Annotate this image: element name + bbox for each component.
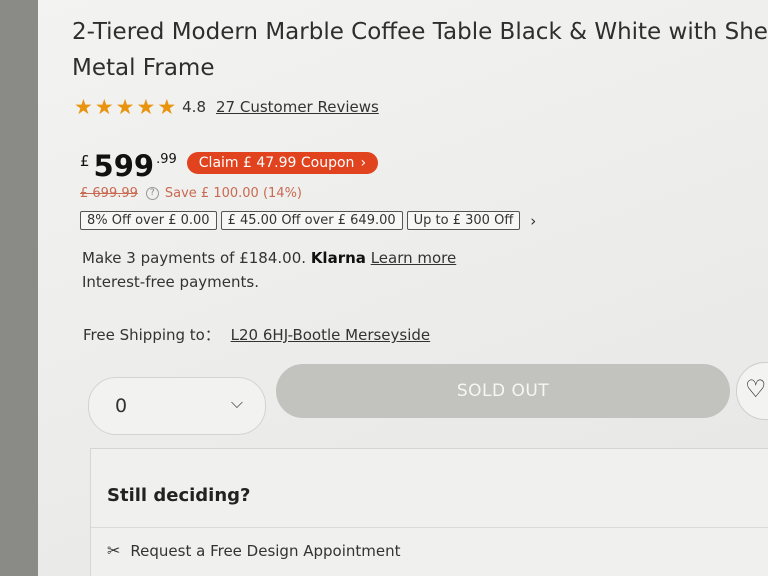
info-icon[interactable]: ?	[145, 187, 159, 200]
klarna-brand: Klarna	[310, 249, 366, 267]
rating-row: ★ ★ ★ ★ ★ 4.8 27 Customer Reviews	[74, 96, 379, 118]
heart-icon: ♡	[745, 375, 767, 403]
design-appointment-link[interactable]: ✂ Request a Free Design Appointment	[107, 541, 401, 560]
chevron-right-icon[interactable]: ›	[530, 212, 536, 230]
klarna-learn-more-link[interactable]: Learn more	[371, 249, 457, 267]
star-icon: ★	[136, 95, 156, 119]
chevron-down-icon: ⌵	[230, 393, 243, 412]
klarna-text: Make 3 payments of £184.00.	[82, 249, 307, 267]
shipping-address-link[interactable]: L20 6HJ-Bootle Merseyside	[231, 326, 430, 344]
savings-row: £ 699.99 ? Save £ 100.00 (14%)	[80, 186, 302, 201]
interest-free-text: Interest-free payments.	[82, 273, 259, 291]
still-deciding-panel: Still deciding? ✂ Request a Free Design …	[90, 448, 768, 576]
star-icon: ★	[115, 95, 135, 119]
offer-tag[interactable]: £ 45.00 Off over £ 649.00	[220, 211, 403, 230]
reviews-link[interactable]: 27 Customer Reviews	[216, 98, 379, 116]
price-currency: £	[80, 152, 90, 170]
save-amount: Save £ 100.00 (14%)	[164, 186, 302, 201]
still-deciding-title: Still deciding?	[107, 485, 251, 506]
offer-tag[interactable]: Up to £ 300 Off	[406, 211, 521, 230]
design-appointment-label: Request a Free Design Appointment	[130, 541, 401, 560]
product-page: 2-Tiered Modern Marble Coffee Table Blac…	[38, 0, 768, 576]
star-icon: ★	[157, 95, 177, 119]
shipping-label: Free Shipping to：	[83, 326, 220, 344]
price-row: £ 599 .99 Claim £ 47.99 Coupon ›	[80, 149, 379, 183]
quantity-select[interactable]: 0 ⌵	[88, 377, 266, 435]
tools-icon: ✂	[107, 541, 121, 560]
chevron-right-icon: ›	[360, 155, 367, 171]
sold-out-button[interactable]: SOLD OUT	[276, 364, 730, 418]
quantity-value: 0	[115, 395, 128, 417]
offer-tag[interactable]: 8% Off over £ 0.00	[80, 211, 217, 230]
claim-coupon-button[interactable]: Claim £ 47.99 Coupon ›	[186, 152, 379, 174]
rating-value: 4.8	[182, 98, 206, 116]
wishlist-button[interactable]: ♡	[736, 362, 768, 420]
star-icon: ★	[74, 95, 93, 119]
divider	[91, 527, 768, 528]
klarna-line: Make 3 payments of £184.00. Klarna Learn…	[82, 249, 456, 267]
price-decimal: .99	[156, 152, 177, 167]
product-title: 2-Tiered Modern Marble Coffee Table Blac…	[72, 19, 768, 81]
coupon-label: Claim £ 47.99 Coupon	[198, 155, 355, 171]
offers-row: 8% Off over £ 0.00 £ 45.00 Off over £ 64…	[80, 211, 536, 230]
rating-stars: ★ ★ ★ ★ ★	[74, 96, 176, 118]
star-icon: ★	[94, 95, 114, 119]
price-integer: 599	[93, 149, 155, 183]
shipping-line: Free Shipping to： L20 6HJ-Bootle Merseys…	[83, 324, 430, 345]
original-price: £ 699.99	[80, 186, 138, 201]
